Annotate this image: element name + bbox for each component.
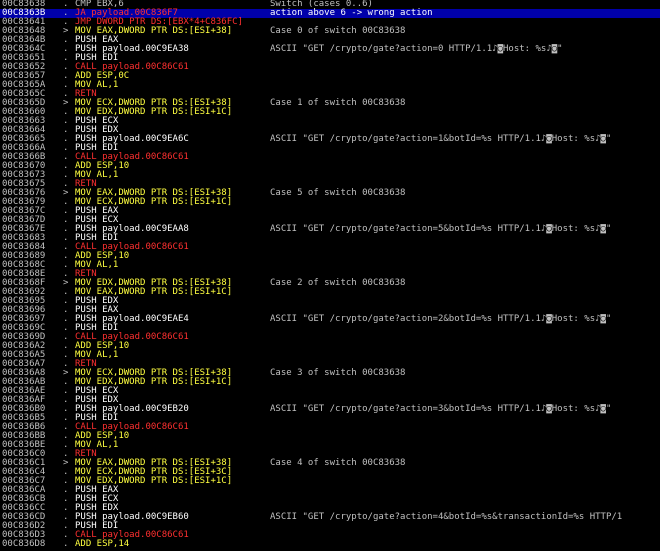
comment-cell: action above 6 -> wrong action [270, 8, 433, 18]
comment-cell: Case 2 of switch 00C83638 [270, 278, 406, 288]
comment-cell: ASCII "GET /crypto/gate?action=3&botId=%… [270, 404, 612, 414]
comment-cell: ASCII "GET /crypto/gate?action=5&botId=%… [270, 224, 612, 234]
disasm-row[interactable]: 00C836BE. MOV AL,1 [0, 441, 660, 450]
comment-cell: Case 5 of switch 00C83638 [270, 188, 406, 198]
comment-cell: ASCII "GET /crypto/gate?action=2&botId=%… [270, 314, 612, 324]
comment-cell: Case 1 of switch 00C83638 [270, 98, 406, 108]
disasm-row[interactable]: 00C836D8. ADD ESP,14 [0, 540, 660, 549]
disassembly-pane[interactable]: 00C83638. CMP EBX,6 Switch (cases 0..6) 00C… [0, 0, 660, 551]
disasm-row[interactable]: 00C83673. MOV AL,1 [0, 171, 660, 180]
disasm-row[interactable]: 00C8365A. MOV AL,1 [0, 81, 660, 90]
comment-cell: ASCII "GET /crypto/gate?action=4&botId=%… [270, 512, 623, 522]
address-cell: 00C836D8 [2, 539, 46, 549]
disasm-row[interactable]: 00C8368C. MOV AL,1 [0, 261, 660, 270]
instruction-cell: ADD ESP,14 [75, 539, 130, 549]
comment-cell: Case 0 of switch 00C83638 [270, 26, 406, 36]
comment-cell: ASCII "GET /crypto/gate?action=0 HTTP/1.… [270, 44, 563, 54]
comment-cell: Case 3 of switch 00C83638 [270, 368, 406, 378]
disasm-row[interactable]: 00C836A5. MOV AL,1 [0, 351, 660, 360]
comment-cell: Case 4 of switch 00C83638 [270, 458, 406, 468]
flow-marker: . [63, 539, 69, 549]
comment-cell: ASCII "GET /crypto/gate?action=1&botId=%… [270, 134, 612, 144]
